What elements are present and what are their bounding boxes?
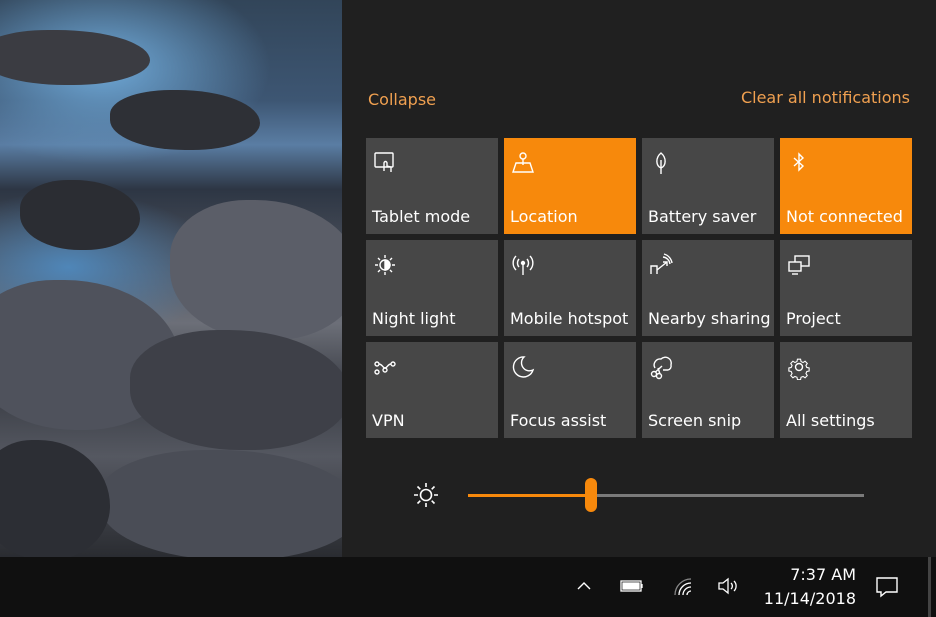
desktop-wallpaper (0, 0, 342, 557)
action-center-panel: Collapse Clear all notifications Tablet … (342, 0, 936, 557)
settings-gear-icon (786, 354, 812, 380)
tile-mobile-hotspot[interactable]: Mobile hotspot (504, 240, 636, 336)
chevron-up-icon[interactable] (569, 571, 599, 601)
nearby-sharing-icon (648, 252, 674, 278)
battery-icon[interactable] (617, 571, 647, 601)
tile-label: Night light (372, 309, 456, 328)
action-center-icon[interactable] (862, 557, 912, 617)
tile-all-settings[interactable]: All settings (780, 342, 912, 438)
brightness-icon (412, 481, 440, 509)
location-icon (510, 150, 536, 176)
tile-label: Not connected (786, 207, 903, 226)
tile-label: Focus assist (510, 411, 607, 430)
focus-assist-icon (510, 354, 536, 380)
tile-battery-saver[interactable]: Battery saver (642, 138, 774, 234)
collapse-link[interactable]: Collapse (368, 90, 436, 109)
tile-vpn[interactable]: VPN (366, 342, 498, 438)
tile-focus-assist[interactable]: Focus assist (504, 342, 636, 438)
wallpaper-rock (100, 450, 342, 557)
tile-label: Screen snip (648, 411, 742, 430)
wallpaper-rock (20, 180, 140, 250)
volume-icon[interactable] (713, 571, 743, 601)
bluetooth-icon (786, 150, 812, 176)
tile-bluetooth[interactable]: Not connected (780, 138, 912, 234)
wifi-icon[interactable] (667, 571, 697, 601)
tile-nearby-sharing[interactable]: Nearby sharing (642, 240, 774, 336)
clock-time: 7:37 AM (790, 565, 856, 584)
tile-location[interactable]: Location (504, 138, 636, 234)
tile-label: All settings (786, 411, 875, 430)
quick-actions-grid: Tablet mode Location Battery saver Not c… (366, 138, 912, 438)
mobile-hotspot-icon (510, 252, 536, 278)
taskbar: 7:37 AM 11/14/2018 (0, 557, 936, 617)
tablet-mode-icon (372, 150, 398, 176)
tile-label: Nearby sharing (648, 309, 771, 328)
project-icon (786, 252, 812, 278)
battery-saver-icon (648, 150, 674, 176)
tile-tablet-mode[interactable]: Tablet mode (366, 138, 498, 234)
tile-label: Tablet mode (372, 207, 471, 226)
tile-label: VPN (372, 411, 405, 430)
tile-label: Battery saver (648, 207, 757, 226)
vpn-icon (372, 354, 398, 380)
clock-date: 11/14/2018 (763, 589, 856, 608)
wallpaper-rock (110, 90, 260, 150)
brightness-slider-thumb[interactable] (584, 478, 597, 512)
taskbar-clock[interactable]: 7:37 AM 11/14/2018 (752, 563, 856, 611)
brightness-control (408, 478, 936, 512)
show-desktop-button[interactable] (928, 557, 931, 617)
brightness-slider-fill (468, 494, 591, 497)
tile-label: Project (786, 309, 841, 328)
screen-snip-icon (648, 354, 674, 380)
brightness-slider[interactable] (468, 478, 864, 512)
wallpaper-rock (130, 330, 342, 450)
tile-project[interactable]: Project (780, 240, 912, 336)
tile-screen-snip[interactable]: Screen snip (642, 342, 774, 438)
tile-label: Location (510, 207, 578, 226)
clear-all-notifications-link[interactable]: Clear all notifications (741, 88, 910, 107)
wallpaper-rock (0, 30, 150, 85)
wallpaper-rock (0, 440, 110, 557)
night-light-icon (372, 252, 398, 278)
wallpaper-rock (170, 200, 342, 340)
tile-night-light[interactable]: Night light (366, 240, 498, 336)
tile-label: Mobile hotspot (510, 309, 629, 328)
